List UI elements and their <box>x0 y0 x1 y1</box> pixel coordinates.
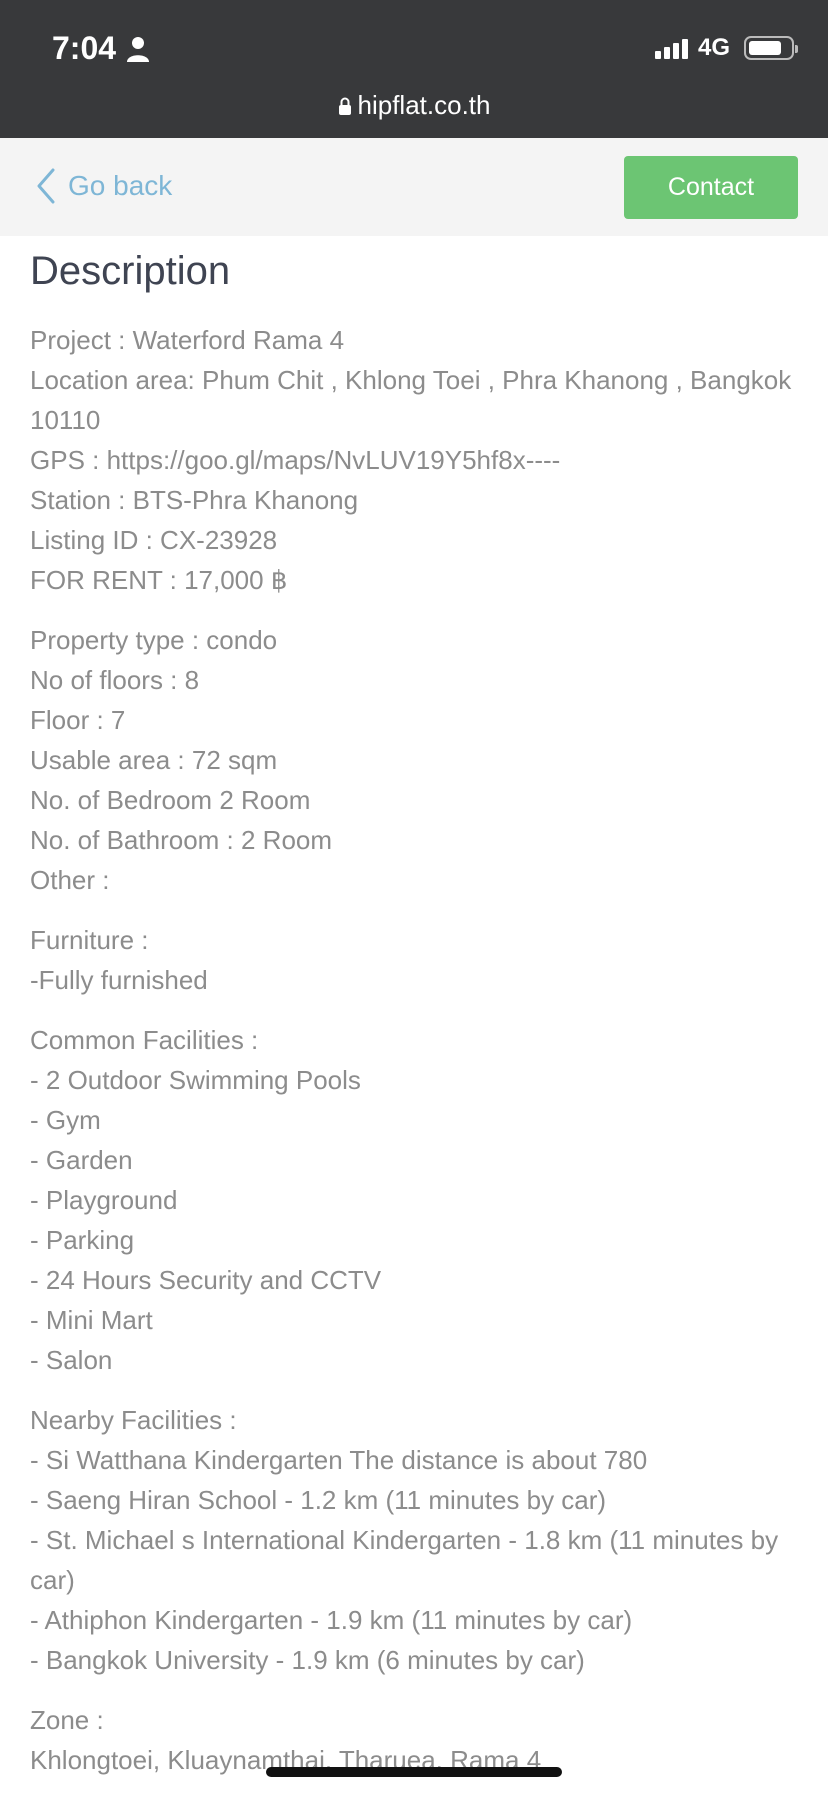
description-line: - Saeng Hiran School - 1.2 km (11 minute… <box>30 1485 607 1515</box>
description-line: FOR RENT : 17,000 ฿ <box>30 565 288 595</box>
nav-bar: Go back Contact <box>0 138 828 236</box>
description-line: No of floors : 8 <box>30 665 200 695</box>
contact-button[interactable]: Contact <box>624 156 798 219</box>
description-line: - 2 Outdoor Swimming Pools <box>30 1065 361 1095</box>
home-indicator <box>266 1767 562 1777</box>
description-block: Nearby Facilities : - Si Watthana Kinderg… <box>30 1400 800 1680</box>
description-line: GPS : https://goo.gl/maps/NvLUV19Y5hf8x-… <box>30 445 561 475</box>
description-line: Floor : 7 <box>30 705 126 735</box>
description-line: - Si Watthana Kindergarten The distance … <box>30 1445 648 1475</box>
description-line: Nearby Facilities : <box>30 1405 237 1435</box>
description-line: Other : <box>30 865 110 895</box>
description-line: Common Facilities : <box>30 1025 259 1055</box>
description-line: Usable area : 72 sqm <box>30 745 278 775</box>
battery-icon <box>744 36 798 60</box>
description-block: Furniture : -Fully furnished <box>30 920 800 1000</box>
description-line: -Fully furnished <box>30 965 208 995</box>
description-line: Zone : <box>30 1705 104 1735</box>
description-line: Furniture : <box>30 925 149 955</box>
description-title: Description <box>30 249 231 293</box>
description-line: Listing ID : CX-23928 <box>30 525 278 555</box>
description-block: Project : Waterford Rama 4 Location area:… <box>30 320 800 600</box>
description-line: - Athiphon Kindergarten - 1.9 km (11 min… <box>30 1605 633 1635</box>
description-body: Project : Waterford Rama 4 Location area:… <box>30 320 800 1780</box>
go-back-label: Go back <box>68 170 173 201</box>
description-line: Project : Waterford Rama 4 <box>30 325 345 355</box>
description-block: Property type : condo No of floors : 8 Flo… <box>30 620 800 900</box>
person-icon <box>127 36 150 62</box>
description-line: - Mini Mart <box>30 1305 153 1335</box>
description-line: - 24 Hours Security and CCTV <box>30 1265 382 1295</box>
description-line: - Playground <box>30 1185 178 1215</box>
description-line: - Bangkok University - 1.9 km (6 minutes… <box>30 1645 585 1675</box>
description-line: No. of Bedroom 2 Room <box>30 785 311 815</box>
description-line: Location area: Phum Chit , Khlong Toei ,… <box>30 365 792 435</box>
chevron-left-icon <box>37 168 55 204</box>
description-line: Station : BTS-Phra Khanong <box>30 485 359 515</box>
go-back-link[interactable]: Go back <box>36 168 172 204</box>
description-line: Property type : condo <box>30 625 278 655</box>
description-line: - St. Michael s International Kindergart… <box>30 1525 779 1595</box>
description-line: - Gym <box>30 1105 101 1135</box>
signal-icon <box>654 37 688 59</box>
description-section: Description Project : Waterford Rama 4 Lo… <box>30 242 800 1800</box>
status-bar: 7:04 4G hipflat.co.th <box>0 0 828 138</box>
status-time: 7:04 <box>52 30 150 67</box>
url-text: hipflat.co.th <box>357 90 491 120</box>
description-line: No. of Bathroom : 2 Room <box>30 825 333 855</box>
lock-icon <box>338 97 351 115</box>
description-line: - Salon <box>30 1345 113 1375</box>
description-line: - Parking <box>30 1225 135 1255</box>
url-bar[interactable]: hipflat.co.th <box>0 90 828 121</box>
network-label: 4G <box>697 34 730 61</box>
description-line: - Garden <box>30 1145 133 1175</box>
time-label: 7:04 <box>52 30 117 66</box>
status-indicators: 4G <box>654 34 798 62</box>
description-block: Common Facilities : - 2 Outdoor Swimming … <box>30 1020 800 1380</box>
